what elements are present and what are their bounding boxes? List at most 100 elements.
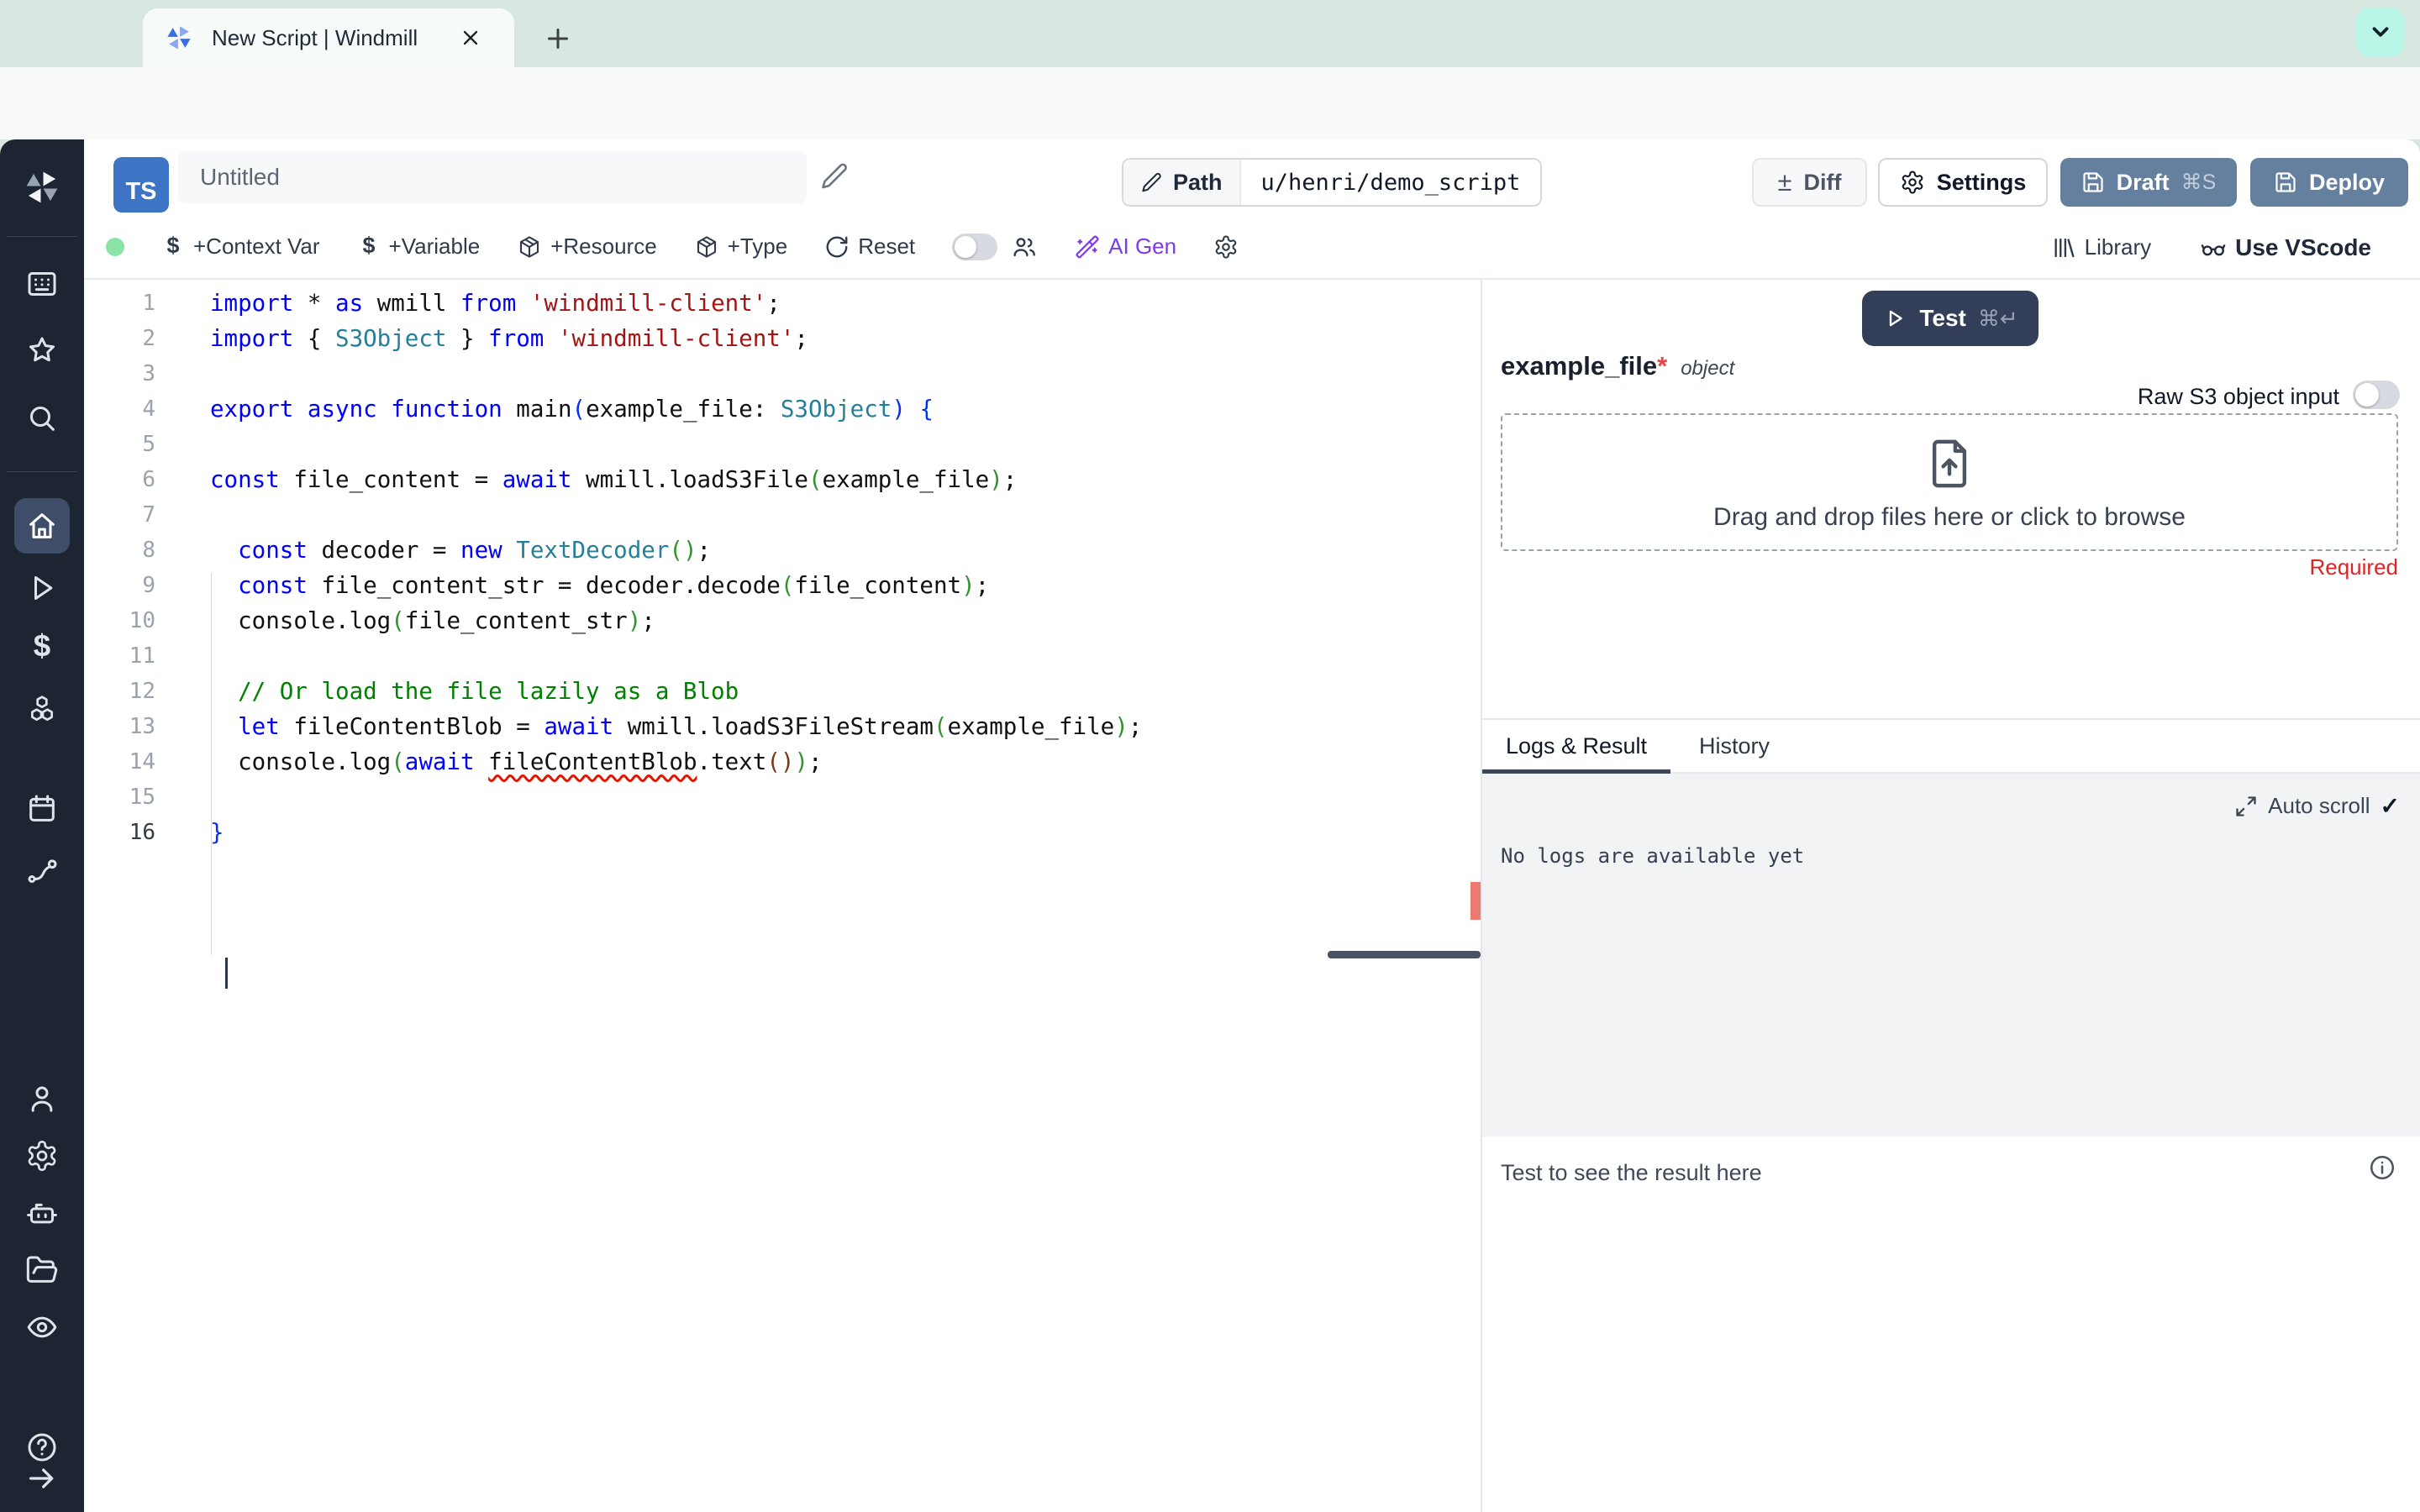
browser-tab[interactable]: New Script | Windmill: [143, 8, 514, 67]
code-line[interactable]: 9 const file_content_str = decoder.decod…: [84, 568, 1481, 603]
check-icon: ✓: [2380, 793, 2400, 819]
code-line[interactable]: 6 const file_content = await wmill.loadS3…: [84, 462, 1481, 497]
sidebar-item-resources[interactable]: [0, 693, 84, 727]
code-line[interactable]: 8 const decoder = new TextDecoder();: [84, 533, 1481, 568]
argument-name: example_file: [1501, 351, 1658, 381]
windmill-app: $ TS Untitled Path u/henri/demo_script ±…: [0, 139, 2420, 1512]
code-lines[interactable]: 1 import * as wmill from 'windmill-client…: [84, 286, 1481, 850]
required-asterisk: *: [1657, 351, 1668, 381]
code-line[interactable]: 4 export async function main(example_file…: [84, 391, 1481, 427]
auto-scroll-control[interactable]: Auto scroll ✓: [2234, 792, 2400, 820]
sidebar-item-schedules[interactable]: [0, 792, 84, 826]
sidebar-item-settings[interactable]: [0, 1139, 84, 1173]
line-number: 2: [142, 326, 155, 351]
line-number: 12: [129, 679, 155, 704]
code-line[interactable]: 16}: [84, 815, 1481, 850]
sidebar-item-variables[interactable]: $: [0, 631, 84, 664]
sidebar-item-user[interactable]: [0, 1082, 84, 1116]
code-line[interactable]: 2 import { S3Object } from 'windmill-clie…: [84, 321, 1481, 356]
code-line[interactable]: 10 console.log(file_content_str);: [84, 603, 1481, 638]
line-number: 11: [129, 643, 155, 669]
code-line[interactable]: 3: [84, 356, 1481, 391]
deploy-label: Deploy: [2308, 169, 2386, 195]
path-editor[interactable]: Path u/henri/demo_script: [1122, 158, 1543, 207]
add-variable-button[interactable]: $ +Variable: [357, 234, 480, 260]
code-line[interactable]: 14 console.log(await fileContentBlob.tex…: [84, 744, 1481, 780]
draft-button[interactable]: Draft ⌘S: [2060, 158, 2237, 207]
raw-s3-toggle[interactable]: [2353, 381, 2400, 409]
sidebar-item-help[interactable]: [0, 1431, 84, 1464]
raw-s3-label: Raw S3 object input: [2137, 384, 2339, 409]
tab-search-button[interactable]: [2356, 8, 2405, 56]
test-shortcut: ⌘↵: [1977, 305, 2018, 331]
sidebar-item-audit[interactable]: [0, 1310, 84, 1344]
code-line[interactable]: 13 let fileContentBlob = await wmill.loa…: [84, 709, 1481, 744]
script-name-value: Untitled: [200, 164, 280, 190]
sidebar-item-runs[interactable]: [0, 571, 84, 605]
reset-icon: [826, 236, 848, 257]
type-label: +Type: [727, 234, 788, 259]
path-button[interactable]: Path: [1123, 160, 1241, 205]
svg-text:$: $: [34, 631, 50, 663]
windmill-logo-icon[interactable]: [0, 168, 84, 207]
multiplayer-toggle[interactable]: [952, 233, 998, 260]
code-line[interactable]: 5: [84, 427, 1481, 462]
file-dropzone[interactable]: Drag and drop files here or click to bro…: [1501, 413, 2398, 551]
editor-settings-button[interactable]: [1213, 234, 1239, 260]
sidebar-item-workers[interactable]: [0, 1196, 84, 1230]
path-value[interactable]: u/henri/demo_script: [1241, 160, 1541, 205]
code-line[interactable]: 7: [84, 497, 1481, 533]
code-line[interactable]: 11: [84, 638, 1481, 674]
tab-logs-result[interactable]: Logs & Result: [1482, 720, 1670, 772]
sidebar-divider: [7, 236, 77, 237]
library-button[interactable]: Library: [2051, 234, 2151, 260]
typescript-badge: TS: [113, 157, 209, 213]
edit-name-icon[interactable]: [819, 161, 850, 192]
deploy-button[interactable]: Deploy: [2250, 158, 2408, 207]
new-tab-button[interactable]: [539, 20, 576, 57]
glasses-icon: [2201, 244, 2226, 255]
editor-scrollbar-handle[interactable]: [1328, 951, 1481, 958]
sidebar-item-flows[interactable]: [0, 853, 84, 887]
sidebar: $: [0, 139, 84, 1512]
required-label: Required: [2309, 554, 2398, 580]
svg-text:$: $: [362, 235, 375, 258]
gear-icon: [1902, 171, 1923, 194]
test-button[interactable]: Test ⌘↵: [1862, 291, 2039, 346]
logs-tab-label: Logs & Result: [1505, 733, 1648, 759]
sidebar-expand-icon[interactable]: [0, 1462, 84, 1495]
info-icon[interactable]: [2368, 1153, 2396, 1182]
code-line[interactable]: 12 // Or load the file lazily as a Blob: [84, 674, 1481, 709]
test-panel: Test ⌘↵ example_file * object Raw S3 obj…: [1482, 280, 2420, 1512]
use-vscode-button[interactable]: Use VScode: [2200, 234, 2371, 261]
add-type-button[interactable]: +Type: [694, 234, 788, 260]
tab-close-icon[interactable]: [459, 26, 482, 50]
sidebar-item-folders[interactable]: [0, 1253, 84, 1287]
sidebar-item-search[interactable]: [0, 402, 84, 435]
settings-button[interactable]: Settings: [1878, 158, 2048, 207]
diff-button[interactable]: ± Diff: [1752, 158, 1867, 207]
ai-gen-button[interactable]: AI Gen: [1075, 234, 1176, 260]
code-editor[interactable]: 1 import * as wmill from 'windmill-client…: [84, 280, 1482, 1512]
argument-row: example_file * object: [1501, 351, 1734, 381]
script-name-input[interactable]: Untitled: [178, 151, 807, 203]
add-context-var-button[interactable]: $ +Context Var: [161, 234, 320, 260]
context-var-label: +Context Var: [193, 234, 320, 259]
sidebar-item-apps[interactable]: [0, 267, 84, 301]
dollar-icon: $: [362, 235, 375, 258]
play-icon: [1890, 310, 1903, 327]
code-line[interactable]: 1 import * as wmill from 'windmill-client…: [84, 286, 1481, 321]
tab-history[interactable]: History: [1684, 720, 1785, 772]
reset-button[interactable]: Reset: [824, 234, 915, 260]
dollar-icon: $: [167, 235, 180, 258]
sidebar-item-favorites[interactable]: [0, 333, 84, 367]
add-resource-button[interactable]: +Resource: [517, 234, 657, 260]
ai-gen-label: AI Gen: [1108, 234, 1177, 259]
line-number: 13: [129, 714, 155, 739]
code-line[interactable]: 15: [84, 780, 1481, 815]
history-tab-label: History: [1698, 733, 1770, 759]
multiplayer-control[interactable]: [952, 233, 1038, 260]
sidebar-item-home[interactable]: [14, 498, 70, 554]
result-placeholder: Test to see the result here: [1501, 1160, 1762, 1185]
expand-icon: [2236, 795, 2256, 816]
